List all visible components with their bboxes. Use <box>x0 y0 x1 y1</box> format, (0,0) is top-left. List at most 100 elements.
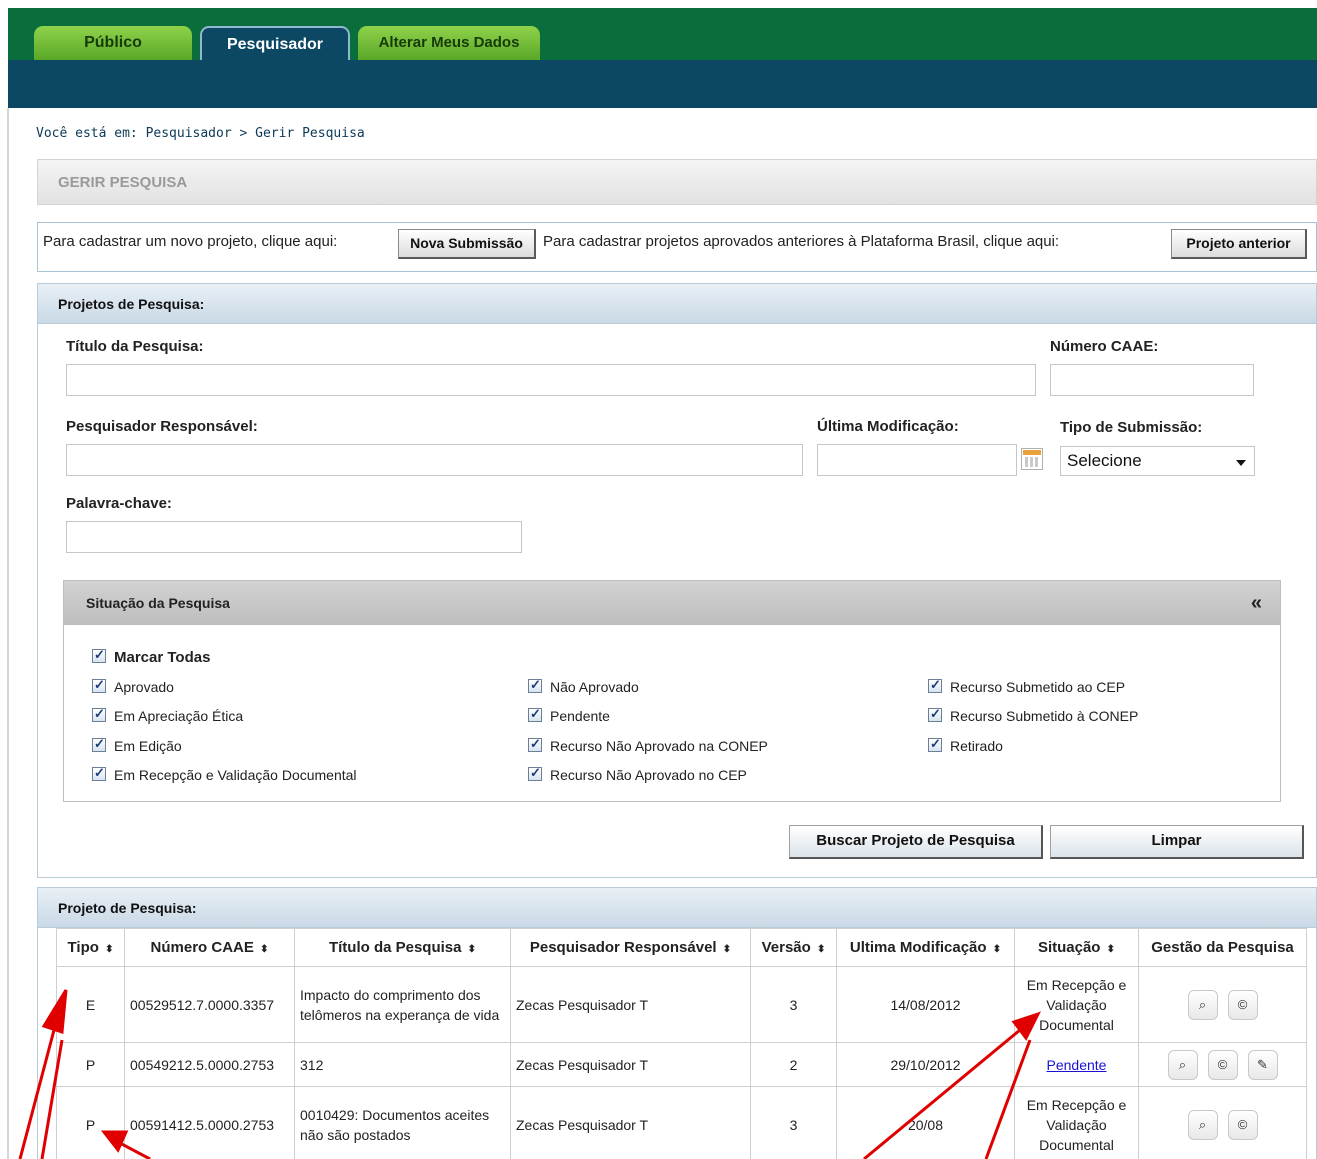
situacao-title: Situação da Pesquisa <box>86 595 230 611</box>
copy-icon[interactable]: © <box>1227 1109 1258 1140</box>
projeto-anterior-button[interactable]: Projeto anterior <box>1171 229 1307 259</box>
ultima-modificacao-label: Última Modificação: <box>817 418 959 435</box>
cell-pesquisador: Zecas Pesquisador T <box>510 966 751 1043</box>
results-table: Tipo ⬍ Número CAAE ⬍ Título da Pesquisa … <box>56 928 1307 1159</box>
checkbox-checked-icon <box>528 677 542 693</box>
checkbox-situacao[interactable]: Pendente <box>528 706 610 724</box>
copy-icon[interactable]: © <box>1207 1049 1238 1080</box>
checkbox-situacao[interactable]: Em Recepção e Validação Documental <box>92 765 357 783</box>
caae-input[interactable] <box>1050 364 1254 396</box>
sort-icon: ⬍ <box>105 944 114 955</box>
checkbox-situacao[interactable]: Recurso Não Aprovado na CONEP <box>528 736 768 754</box>
tab-publico[interactable]: Público <box>34 26 192 60</box>
checkbox-checked-icon <box>92 647 106 663</box>
magnifier-icon[interactable]: ⌕ <box>1167 1049 1198 1080</box>
copy-icon[interactable]: © <box>1227 989 1258 1020</box>
cell-titulo: Impacto do comprimento dos telômeros na … <box>294 966 511 1043</box>
column-header[interactable]: Pesquisador Responsável ⬍ <box>510 928 751 967</box>
cell-pesquisador: Zecas Pesquisador T <box>510 1042 751 1087</box>
situacao-link[interactable]: Pendente <box>1047 1057 1107 1073</box>
tipo-submissao-select[interactable]: Selecione <box>1060 446 1255 476</box>
checkbox-checked-icon <box>92 736 106 752</box>
previous-project-text: Para cadastrar projetos aprovados anteri… <box>543 233 1060 250</box>
calendar-icon[interactable] <box>1021 448 1043 470</box>
limpar-button[interactable]: Limpar <box>1050 825 1304 859</box>
checkbox-checked-icon <box>92 677 106 693</box>
titulo-input[interactable] <box>66 364 1036 396</box>
checkbox-checked-icon <box>928 706 942 722</box>
sort-icon: ⬍ <box>260 944 269 955</box>
pesquisador-input[interactable] <box>66 444 803 476</box>
situacao-header[interactable]: Situação da Pesquisa « <box>64 581 1280 625</box>
cell-caae: 00529512.7.0000.3357 <box>124 966 295 1043</box>
cell-situacao: Pendente <box>1014 1042 1139 1087</box>
sort-icon: ⬍ <box>1106 944 1116 955</box>
cell-gestao: ⌕ © <box>1138 1086 1307 1159</box>
checkbox-checked-icon <box>528 765 542 781</box>
cell-data: 14/08/2012 <box>836 966 1015 1043</box>
cell-situacao: Em Recepção e Validação Documental <box>1014 966 1139 1043</box>
magnifier-icon[interactable]: ⌕ <box>1187 989 1218 1020</box>
search-panel-header: Projetos de Pesquisa: <box>38 284 1316 324</box>
cell-titulo: 312 <box>294 1042 511 1087</box>
cell-data: 20/08 <box>836 1086 1015 1159</box>
situacao-box: Situação da Pesquisa « Marcar Todas Apro… <box>63 580 1281 802</box>
ultima-modificacao-input[interactable] <box>817 444 1017 476</box>
cell-pesquisador: Zecas Pesquisador T <box>510 1086 751 1159</box>
cell-versao: 2 <box>750 1042 837 1087</box>
buscar-projeto-button[interactable]: Buscar Projeto de Pesquisa <box>789 825 1043 859</box>
column-header[interactable]: Ultima Modificação ⬍ <box>836 928 1015 967</box>
checkbox-situacao[interactable]: Não Aprovado <box>528 677 639 695</box>
tab-pesquisador[interactable]: Pesquisador <box>200 26 350 60</box>
table-row: P 00591412.5.0000.2753 0010429: Document… <box>56 1086 1307 1159</box>
checkbox-situacao[interactable]: Recurso Submetido ao CEP <box>928 677 1125 695</box>
sort-icon: ⬍ <box>467 944 477 955</box>
checkbox-checked-icon <box>928 677 942 693</box>
palavra-chave-input[interactable] <box>66 521 522 553</box>
checkbox-checked-icon <box>528 706 542 722</box>
table-row: P 00549212.5.0000.2753 312 Zecas Pesquis… <box>56 1042 1307 1087</box>
checkbox-situacao[interactable]: Recurso Não Aprovado no CEP <box>528 765 747 783</box>
column-header[interactable]: Título da Pesquisa ⬍ <box>294 928 511 967</box>
table-row: E 00529512.7.0000.3357 Impacto do compri… <box>56 966 1307 1043</box>
table-header-row: Tipo ⬍ Número CAAE ⬍ Título da Pesquisa … <box>56 928 1307 967</box>
chevron-down-icon <box>1236 460 1246 466</box>
checkbox-marcar-todas[interactable]: Marcar Todas <box>92 647 210 666</box>
titulo-label: Título da Pesquisa: <box>66 338 204 355</box>
collapse-icon[interactable]: « <box>1251 581 1262 625</box>
breadcrumb: Você está em: Pesquisador > Gerir Pesqui… <box>36 126 365 141</box>
results-panel-header: Projeto de Pesquisa: <box>38 888 1316 928</box>
pencil-icon[interactable]: ✎ <box>1247 1049 1278 1080</box>
cell-situacao: Em Recepção e Validação Documental <box>1014 1086 1139 1159</box>
column-header[interactable]: Situação ⬍ <box>1014 928 1139 967</box>
caae-label: Número CAAE: <box>1050 338 1159 355</box>
sort-icon: ⬍ <box>722 944 732 955</box>
page-header: GERIR PESQUISA <box>37 159 1317 205</box>
tab-alterar-meus-dados[interactable]: Alterar Meus Dados <box>358 26 540 60</box>
cell-data: 29/10/2012 <box>836 1042 1015 1087</box>
checkbox-situacao[interactable]: Retirado <box>928 736 1003 754</box>
magnifier-icon[interactable]: ⌕ <box>1187 1109 1218 1140</box>
checkbox-checked-icon <box>928 736 942 752</box>
checkbox-situacao[interactable]: Recurso Submetido à CONEP <box>928 706 1138 724</box>
checkbox-situacao[interactable]: Aprovado <box>92 677 174 695</box>
checkbox-situacao[interactable]: Em Apreciação Ética <box>92 706 243 724</box>
sort-icon: ⬍ <box>992 944 1002 955</box>
sort-icon: ⬍ <box>817 944 826 955</box>
checkbox-checked-icon <box>528 736 542 752</box>
cell-gestao: ⌕ © <box>1138 966 1307 1043</box>
column-header[interactable]: Tipo ⬍ <box>56 928 125 967</box>
tipo-submissao-label: Tipo de Submissão: <box>1060 419 1203 436</box>
column-header[interactable]: Número CAAE ⬍ <box>124 928 295 967</box>
nova-submissao-button[interactable]: Nova Submissão <box>398 229 536 259</box>
cell-titulo: 0010429: Documentos aceites não são post… <box>294 1086 511 1159</box>
palavra-chave-label: Palavra-chave: <box>66 495 172 512</box>
results-panel: Projeto de Pesquisa: Tipo ⬍ Número CAAE … <box>37 887 1317 1159</box>
checkbox-situacao[interactable]: Em Edição <box>92 736 182 754</box>
checkbox-checked-icon <box>92 706 106 722</box>
new-project-text: Para cadastrar um novo projeto, clique a… <box>43 233 338 250</box>
cell-versao: 3 <box>750 966 837 1043</box>
column-header[interactable]: Versão ⬍ <box>750 928 837 967</box>
checkbox-checked-icon <box>92 765 106 781</box>
top-blue-bar <box>8 60 1317 108</box>
